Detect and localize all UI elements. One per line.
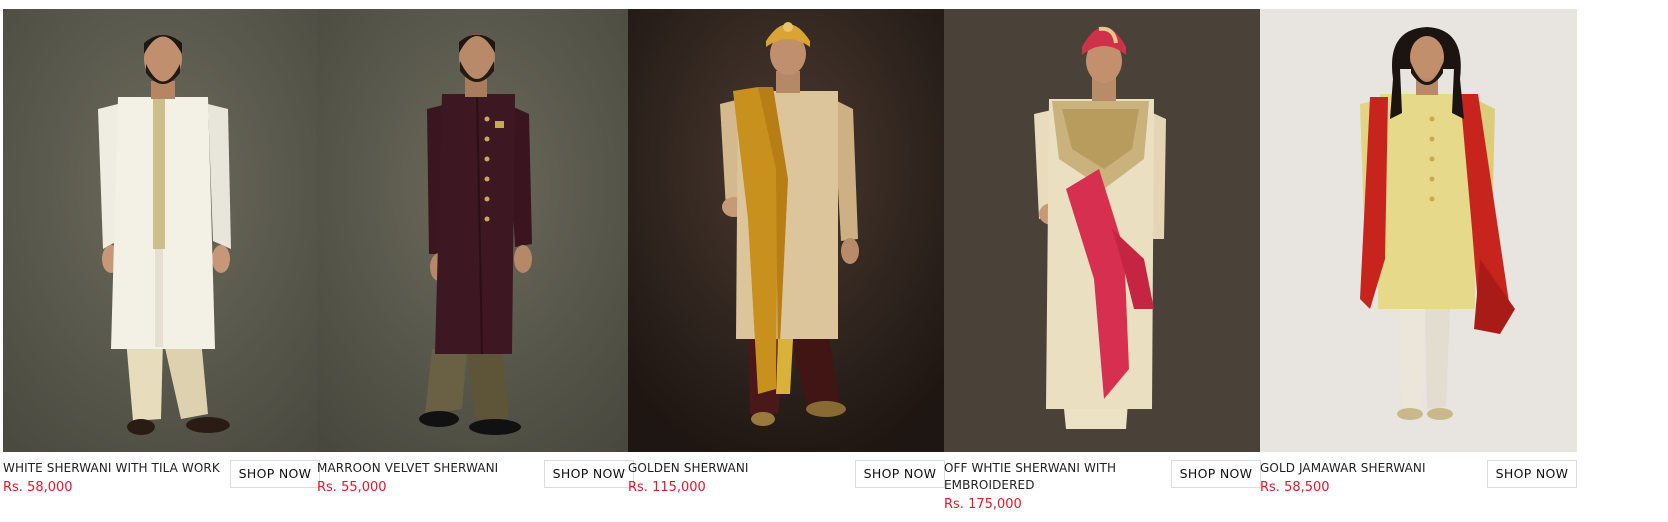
product-card[interactable]: WHITE SHERWANI WITH TILA WORK Rs. 58,000…	[3, 9, 320, 512]
product-image[interactable]	[628, 9, 945, 452]
product-title[interactable]: GOLDEN SHERWANI	[628, 460, 846, 477]
product-price: Rs. 58,000	[3, 480, 73, 495]
product-price: Rs. 58,500	[1260, 480, 1330, 495]
product-title[interactable]: MARROON VELVET SHERWANI	[317, 460, 535, 477]
product-card[interactable]: GOLDEN SHERWANI Rs. 115,000 SHOP NOW	[628, 9, 945, 512]
product-card[interactable]: GOLD JAMAWAR SHERWANI Rs. 58,500 SHOP NO…	[1260, 9, 1577, 512]
product-card[interactable]: MARROON VELVET SHERWANI Rs. 55,000 SHOP …	[317, 9, 634, 512]
product-image[interactable]	[3, 9, 320, 452]
product-title[interactable]: OFF WHTIE SHERWANI WITH EMBROIDERED	[944, 460, 1162, 494]
product-title[interactable]: GOLD JAMAWAR SHERWANI	[1260, 460, 1478, 477]
product-price: Rs. 55,000	[317, 480, 387, 495]
product-price: Rs. 175,000	[944, 497, 1022, 512]
product-image[interactable]	[944, 9, 1261, 452]
shop-now-button[interactable]: SHOP NOW	[1171, 460, 1261, 488]
shop-now-button[interactable]: SHOP NOW	[1487, 460, 1577, 488]
product-image[interactable]	[317, 9, 634, 452]
product-card[interactable]: OFF WHTIE SHERWANI WITH EMBROIDERED Rs. …	[944, 9, 1261, 512]
shop-now-button[interactable]: SHOP NOW	[544, 460, 634, 488]
product-image[interactable]	[1260, 9, 1577, 452]
product-title[interactable]: WHITE SHERWANI WITH TILA WORK	[3, 460, 221, 477]
product-price: Rs. 115,000	[628, 480, 706, 495]
shop-now-button[interactable]: SHOP NOW	[855, 460, 945, 488]
shop-now-button[interactable]: SHOP NOW	[230, 460, 320, 488]
